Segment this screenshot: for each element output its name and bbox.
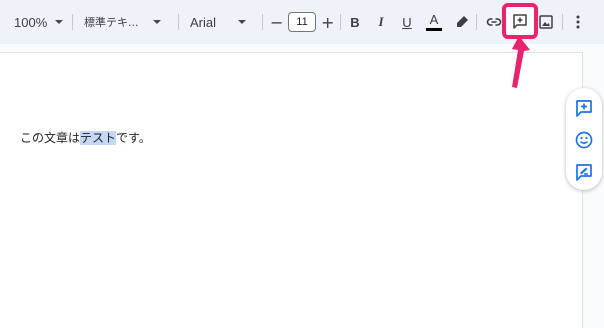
more-vert-icon xyxy=(576,15,580,29)
side-add-comment-button[interactable] xyxy=(572,96,596,120)
divider xyxy=(476,14,477,30)
side-suggest-edits-button[interactable] xyxy=(572,160,596,184)
divider xyxy=(178,14,179,30)
underline-button[interactable]: U xyxy=(395,10,419,34)
document-body-text[interactable]: この文章はテストです。 xyxy=(20,129,151,146)
emoji-icon xyxy=(575,131,593,149)
chevron-down-icon xyxy=(55,20,64,24)
minus-icon: − xyxy=(270,12,284,32)
add-comment-icon xyxy=(513,14,527,29)
style-select[interactable]: 標準テキ... xyxy=(84,0,161,44)
insert-image-button[interactable] xyxy=(534,10,558,34)
divider xyxy=(72,14,73,30)
selected-text: テスト xyxy=(80,131,117,145)
add-comment-button[interactable] xyxy=(508,9,532,33)
zoom-select[interactable]: 100% xyxy=(14,0,64,44)
link-icon xyxy=(486,18,502,26)
document-page[interactable]: この文章はテストです。 xyxy=(0,52,583,328)
divider xyxy=(262,14,263,30)
text-color-icon: A xyxy=(429,12,439,27)
text-color-button[interactable]: A xyxy=(422,10,446,34)
bold-icon: B xyxy=(350,14,360,30)
more-options-button[interactable] xyxy=(566,10,590,34)
text-before-selection: この文章は xyxy=(20,131,81,145)
insert-image-icon xyxy=(539,15,553,29)
italic-icon: I xyxy=(378,14,384,29)
plus-icon: + xyxy=(321,12,335,32)
docs-window: 100% 標準テキ... Arial − 11 + B I U A この文章はテ… xyxy=(0,0,604,328)
underline-icon: U xyxy=(402,14,412,30)
divider xyxy=(340,14,341,30)
zoom-value: 100% xyxy=(14,14,48,30)
divider xyxy=(562,14,563,30)
style-value: 標準テキ... xyxy=(84,16,139,29)
chevron-down-icon xyxy=(152,20,161,24)
decrease-font-size-button[interactable]: − xyxy=(270,0,283,44)
text-after-selection: です。 xyxy=(116,131,151,145)
highlighter-icon xyxy=(457,16,468,27)
font-size-input[interactable]: 11 xyxy=(288,12,316,32)
bold-button[interactable]: B xyxy=(343,10,367,34)
increase-font-size-button[interactable]: + xyxy=(321,0,334,44)
highlight-color-button[interactable] xyxy=(450,10,474,34)
font-value: Arial xyxy=(190,14,217,30)
floating-side-panel xyxy=(566,88,602,190)
suggest-edit-icon xyxy=(576,164,592,181)
add-comment-icon xyxy=(576,100,592,117)
annotation-arrow xyxy=(512,36,530,88)
font-select[interactable]: Arial xyxy=(190,0,247,44)
font-size-value: 11 xyxy=(296,16,308,28)
chevron-down-icon xyxy=(238,20,247,24)
italic-button[interactable]: I xyxy=(369,10,393,34)
side-add-emoji-button[interactable] xyxy=(572,128,596,152)
color-bar xyxy=(426,28,442,31)
